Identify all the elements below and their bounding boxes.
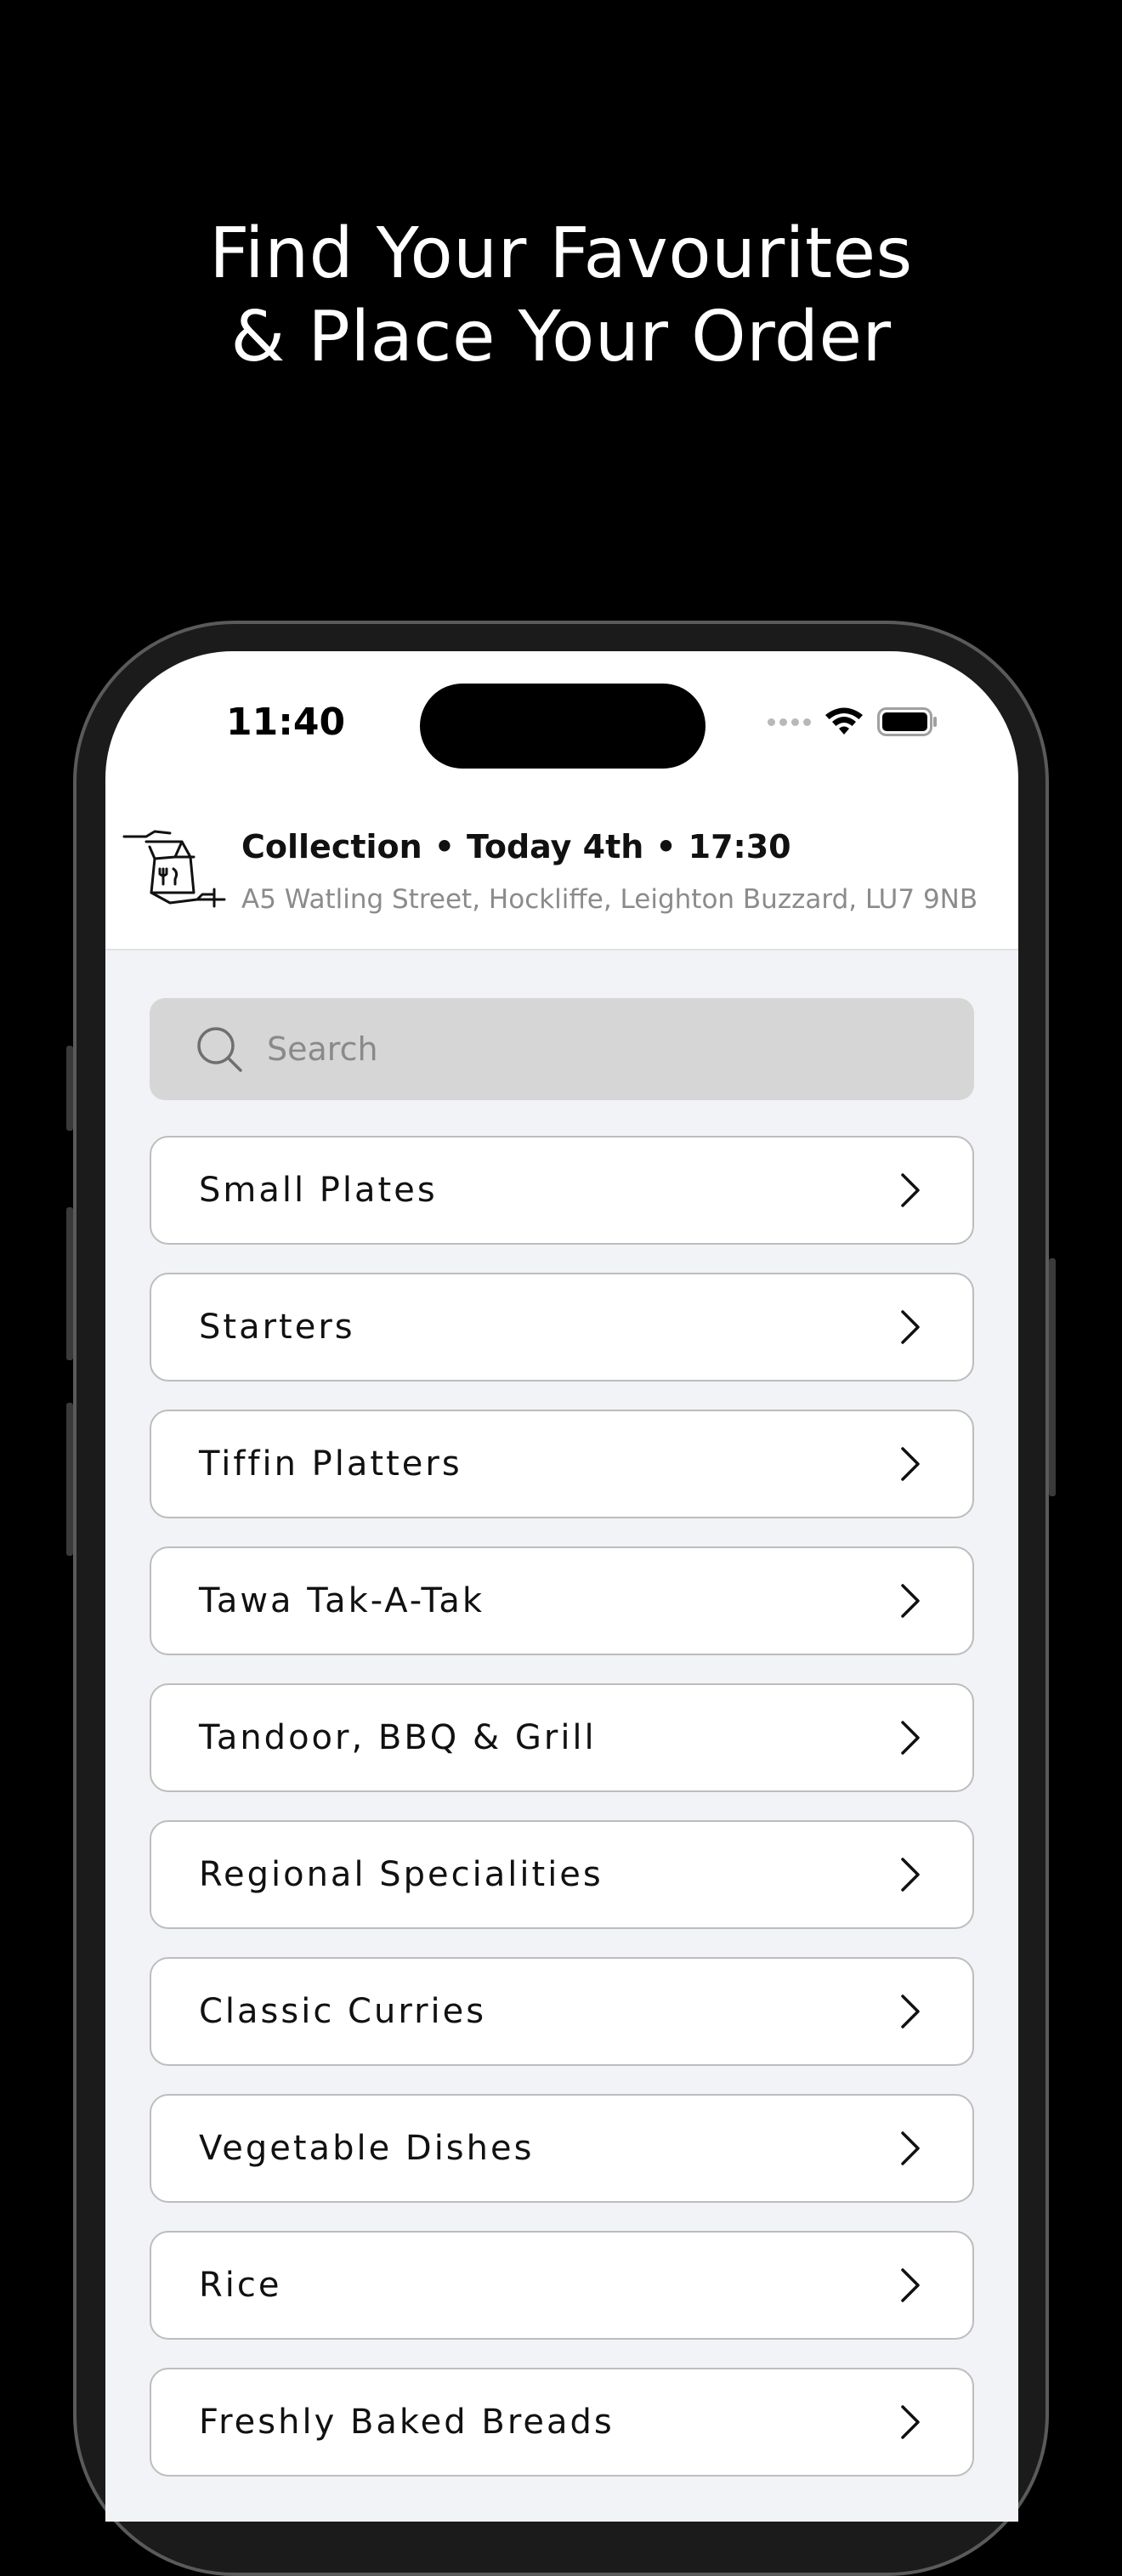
category-item[interactable]: Freshly Baked Breads	[150, 2368, 974, 2477]
category-label: Vegetable Dishes	[199, 2129, 535, 2168]
category-label: Tawa Tak-A-Tak	[199, 1581, 485, 1620]
menu-content[interactable]: Search Small Plates Starters Tiffin Plat…	[105, 950, 1018, 2522]
category-label: Classic Curries	[199, 1992, 487, 2031]
category-label: Tandoor, BBQ & Grill	[199, 1718, 597, 1757]
category-label: Small Plates	[199, 1171, 438, 1210]
cellular-signal-icon	[768, 718, 811, 726]
status-time: 11:40	[226, 701, 346, 744]
phone-power-button	[1049, 1258, 1056, 1496]
separator-dot: •	[434, 828, 455, 865]
category-label: Regional Specialities	[199, 1855, 604, 1894]
chevron-right-icon	[901, 1721, 920, 1755]
marketing-headline: Find Your Favourites & Place Your Order	[0, 213, 1122, 379]
phone-screen: 11:40 Collection • Today 4th • 17:30 A5 …	[105, 651, 1018, 2522]
order-day: Today 4th	[467, 828, 644, 865]
category-label: Tiffin Platters	[199, 1444, 462, 1484]
headline-line-1: Find Your Favourites	[209, 213, 913, 294]
phone-volume-up-button	[66, 1207, 73, 1360]
category-item[interactable]: Starters	[150, 1273, 974, 1382]
category-item[interactable]: Rice	[150, 2231, 974, 2340]
order-header[interactable]: Collection • Today 4th • 17:30 A5 Watling St…	[105, 813, 1018, 950]
category-list: Small Plates Starters Tiffin Platters Ta…	[150, 1136, 974, 2505]
chevron-right-icon	[901, 2268, 920, 2302]
category-label: Starters	[199, 1308, 355, 1347]
chevron-right-icon	[901, 1447, 920, 1481]
chevron-right-icon	[901, 2131, 920, 2165]
category-item[interactable]: Regional Specialities	[150, 1820, 974, 1929]
chevron-right-icon	[901, 1858, 920, 1892]
category-label: Freshly Baked Breads	[199, 2403, 615, 2442]
chevron-right-icon	[901, 1173, 920, 1207]
search-bar[interactable]: Search	[150, 998, 974, 1100]
category-item[interactable]: Classic Curries	[150, 1957, 974, 2066]
battery-icon	[877, 707, 937, 736]
category-item[interactable]: Tiffin Platters	[150, 1410, 974, 1518]
status-icons	[768, 707, 938, 736]
separator-dot: •	[655, 828, 677, 865]
chevron-right-icon	[901, 1310, 920, 1344]
phone-action-button	[66, 1046, 73, 1131]
category-item[interactable]: Tandoor, BBQ & Grill	[150, 1683, 974, 1792]
collection-address: A5 Watling Street, Hockliffe, Leighton B…	[241, 884, 978, 915]
order-time: 17:30	[688, 828, 791, 865]
dynamic-island	[420, 684, 706, 769]
search-icon	[197, 1027, 242, 1072]
chevron-right-icon	[901, 2405, 920, 2439]
category-item[interactable]: Vegetable Dishes	[150, 2094, 974, 2203]
search-input[interactable]: Search	[267, 1030, 378, 1068]
chevron-right-icon	[901, 1994, 920, 2028]
phone-volume-down-button	[66, 1403, 73, 1556]
collection-bag-icon	[122, 830, 226, 908]
chevron-right-icon	[901, 1584, 920, 1618]
order-mode: Collection	[241, 828, 422, 865]
headline-line-2: & Place Your Order	[230, 297, 892, 377]
category-item[interactable]: Small Plates	[150, 1136, 974, 1245]
order-summary: Collection • Today 4th • 17:30	[241, 828, 791, 865]
category-label: Rice	[199, 2266, 282, 2305]
wifi-icon	[825, 707, 863, 735]
category-item[interactable]: Tawa Tak-A-Tak	[150, 1546, 974, 1655]
